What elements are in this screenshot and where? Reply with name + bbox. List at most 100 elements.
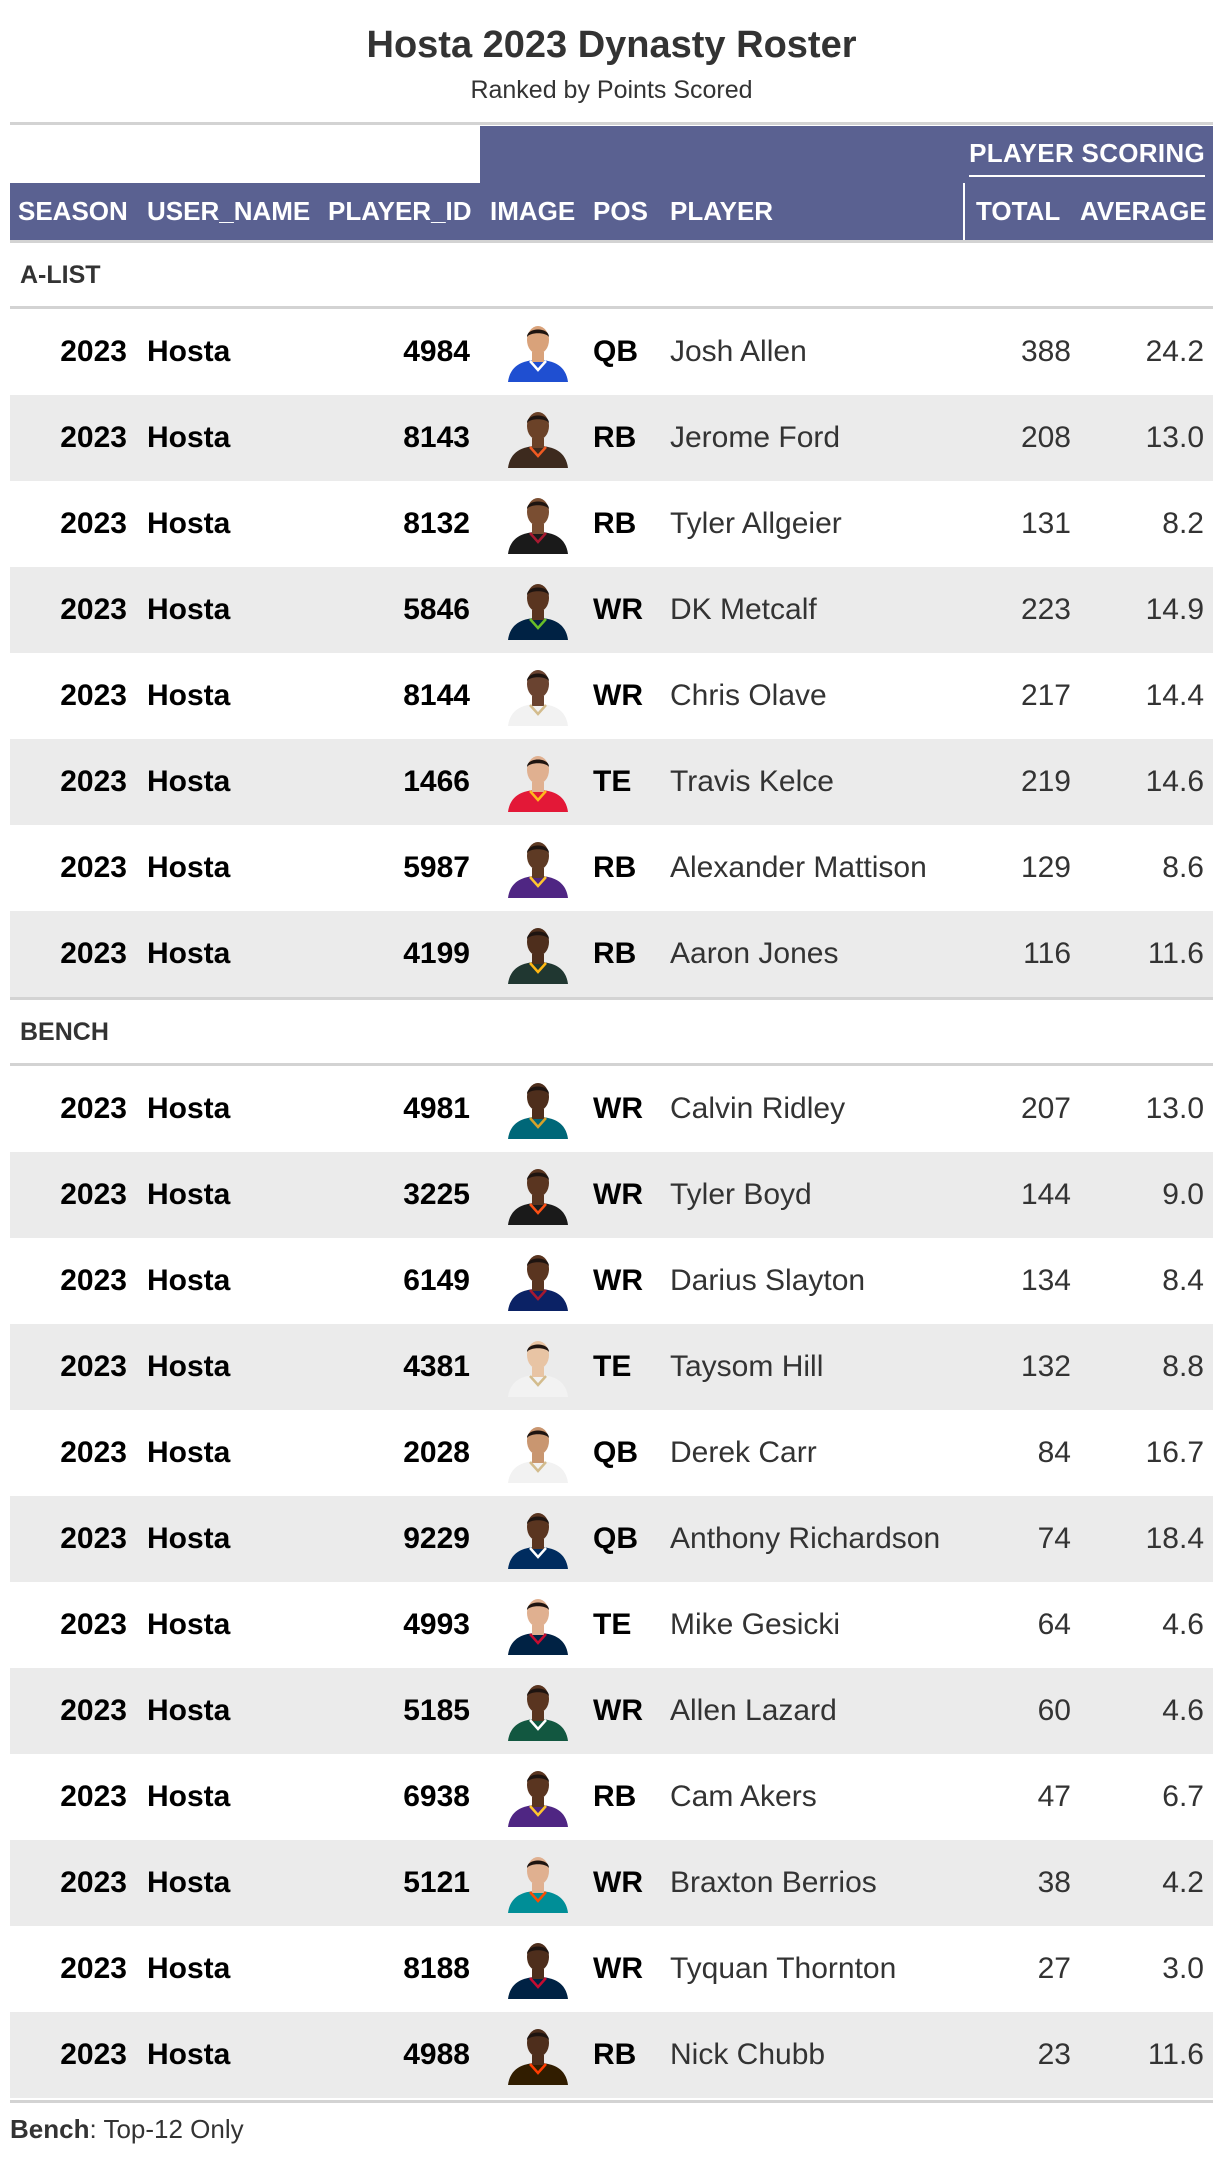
average-points-cell: 14.4: [1145, 679, 1204, 712]
player-id-cell: 4199: [403, 937, 470, 970]
player-name-cell: Chris Olave: [670, 679, 827, 712]
user-name-cell: Hosta: [147, 851, 231, 884]
average-points-cell: 4.2: [1162, 1866, 1204, 1899]
player-id-cell: 5987: [403, 851, 470, 884]
player-headshot-image: [508, 2029, 568, 2085]
position-cell: QB: [593, 1522, 638, 1555]
column-header-total[interactable]: TOTAL: [976, 183, 1060, 240]
table-row: 2023 Hosta 8144 WR Chris Olave 217 14.4: [10, 653, 1213, 739]
table-row: 2023 Hosta 6149 WR Darius Slayton 134 8.4: [10, 1238, 1213, 1324]
season-cell: 2023: [60, 335, 127, 368]
player-name-cell: Calvin Ridley: [670, 1092, 846, 1125]
season-cell: 2023: [60, 1436, 127, 1469]
average-points-cell: 6.7: [1162, 1780, 1204, 1813]
player-image-cell: [500, 567, 576, 653]
season-cell: 2023: [60, 1350, 127, 1383]
average-points-cell: 8.4: [1162, 1264, 1204, 1297]
bottom-rule: [10, 2100, 1213, 2103]
player-id-cell: 4984: [403, 335, 470, 368]
player-headshot-image: [508, 1685, 568, 1741]
player-id-cell: 5121: [403, 1866, 470, 1899]
average-points-cell: 11.6: [1147, 2038, 1204, 2071]
column-header-image[interactable]: IMAGE: [490, 183, 575, 240]
position-cell: QB: [593, 1436, 638, 1469]
average-points-cell: 8.8: [1162, 1350, 1204, 1383]
table-row: 2023 Hosta 4984 QB Josh Allen 388 24.2: [10, 309, 1213, 395]
total-points-cell: 64: [1037, 1608, 1071, 1641]
player-image-cell: [500, 1410, 576, 1496]
season-cell: 2023: [60, 1866, 127, 1899]
column-header-player[interactable]: PLAYER: [670, 183, 773, 240]
average-points-cell: 9.0: [1162, 1178, 1204, 1211]
total-points-cell: 388: [1020, 335, 1071, 368]
total-points-cell: 60: [1037, 1694, 1071, 1727]
user-name-cell: Hosta: [147, 1952, 231, 1985]
player-headshot-image: [508, 842, 568, 898]
season-cell: 2023: [60, 937, 127, 970]
user-name-cell: Hosta: [147, 593, 231, 626]
average-points-cell: 11.6: [1147, 937, 1204, 970]
player-name-cell: Braxton Berrios: [670, 1866, 877, 1899]
player-name-cell: Taysom Hill: [670, 1350, 824, 1383]
player-image-cell: [500, 825, 576, 911]
user-name-cell: Hosta: [147, 679, 231, 712]
average-points-cell: 3.0: [1162, 1952, 1204, 1985]
column-header-average[interactable]: AVERAGE: [1080, 183, 1207, 240]
total-points-cell: 219: [1020, 765, 1071, 798]
player-image-cell: [500, 739, 576, 825]
player-name-cell: Alexander Mattison: [670, 851, 927, 884]
player-image-cell: [500, 2012, 576, 2098]
table-subtitle: Ranked by Points Scored: [470, 76, 753, 104]
total-points-cell: 47: [1037, 1780, 1071, 1813]
player-image-cell: [500, 1582, 576, 1668]
total-points-cell: 208: [1020, 421, 1071, 454]
player-name-cell: Cam Akers: [670, 1780, 817, 1813]
player-headshot-image: [508, 1427, 568, 1483]
average-points-cell: 8.6: [1162, 851, 1204, 884]
player-headshot-image: [508, 1513, 568, 1569]
position-cell: TE: [593, 1350, 632, 1383]
position-cell: RB: [593, 937, 637, 970]
total-points-cell: 134: [1020, 1264, 1071, 1297]
user-name-cell: Hosta: [147, 507, 231, 540]
player-name-cell: Jerome Ford: [670, 421, 841, 454]
player-headshot-image: [508, 1341, 568, 1397]
average-points-cell: 4.6: [1162, 1694, 1204, 1727]
table-row: 2023 Hosta 4199 RB Aaron Jones 116 11.6: [10, 911, 1213, 997]
player-name-cell: Derek Carr: [670, 1436, 817, 1469]
user-name-cell: Hosta: [147, 2038, 231, 2071]
player-id-cell: 4988: [403, 2038, 470, 2071]
total-points-cell: 132: [1020, 1350, 1071, 1383]
header-divider: [963, 183, 965, 240]
column-header-season[interactable]: SEASON: [18, 183, 128, 240]
season-cell: 2023: [60, 679, 127, 712]
table-row: 2023 Hosta 4993 TE Mike Gesicki 64 4.6: [10, 1582, 1213, 1668]
user-name-cell: Hosta: [147, 421, 231, 454]
total-points-cell: 129: [1020, 851, 1071, 884]
position-cell: RB: [593, 851, 637, 884]
player-name-cell: DK Metcalf: [670, 593, 817, 626]
table-row: 2023 Hosta 8132 RB Tyler Allgeier 131 8.2: [10, 481, 1213, 567]
player-headshot-image: [508, 412, 568, 468]
column-header-player-id[interactable]: PLAYER_ID: [328, 183, 472, 240]
player-name-cell: Tyler Allgeier: [670, 507, 842, 540]
roster-table-container: Hosta 2023 Dynasty Roster Ranked by Poin…: [10, 0, 1213, 2103]
season-cell: 2023: [60, 421, 127, 454]
column-header-user-name[interactable]: USER_NAME: [147, 183, 310, 240]
position-cell: WR: [593, 679, 643, 712]
table-row: 2023 Hosta 4981 WR Calvin Ridley 207 13.0: [10, 1066, 1213, 1152]
position-cell: RB: [593, 1780, 637, 1813]
season-cell: 2023: [60, 507, 127, 540]
user-name-cell: Hosta: [147, 1178, 231, 1211]
average-points-cell: 4.6: [1162, 1608, 1204, 1641]
player-id-cell: 5846: [403, 593, 470, 626]
player-image-cell: [500, 1754, 576, 1840]
user-name-cell: Hosta: [147, 1522, 231, 1555]
season-cell: 2023: [60, 1522, 127, 1555]
season-cell: 2023: [60, 593, 127, 626]
column-spanner: PLAYER SCORING: [480, 126, 1213, 183]
player-id-cell: 8143: [403, 421, 470, 454]
player-headshot-image: [508, 326, 568, 382]
player-image-cell: [500, 911, 576, 997]
column-header-pos[interactable]: POS: [593, 183, 648, 240]
